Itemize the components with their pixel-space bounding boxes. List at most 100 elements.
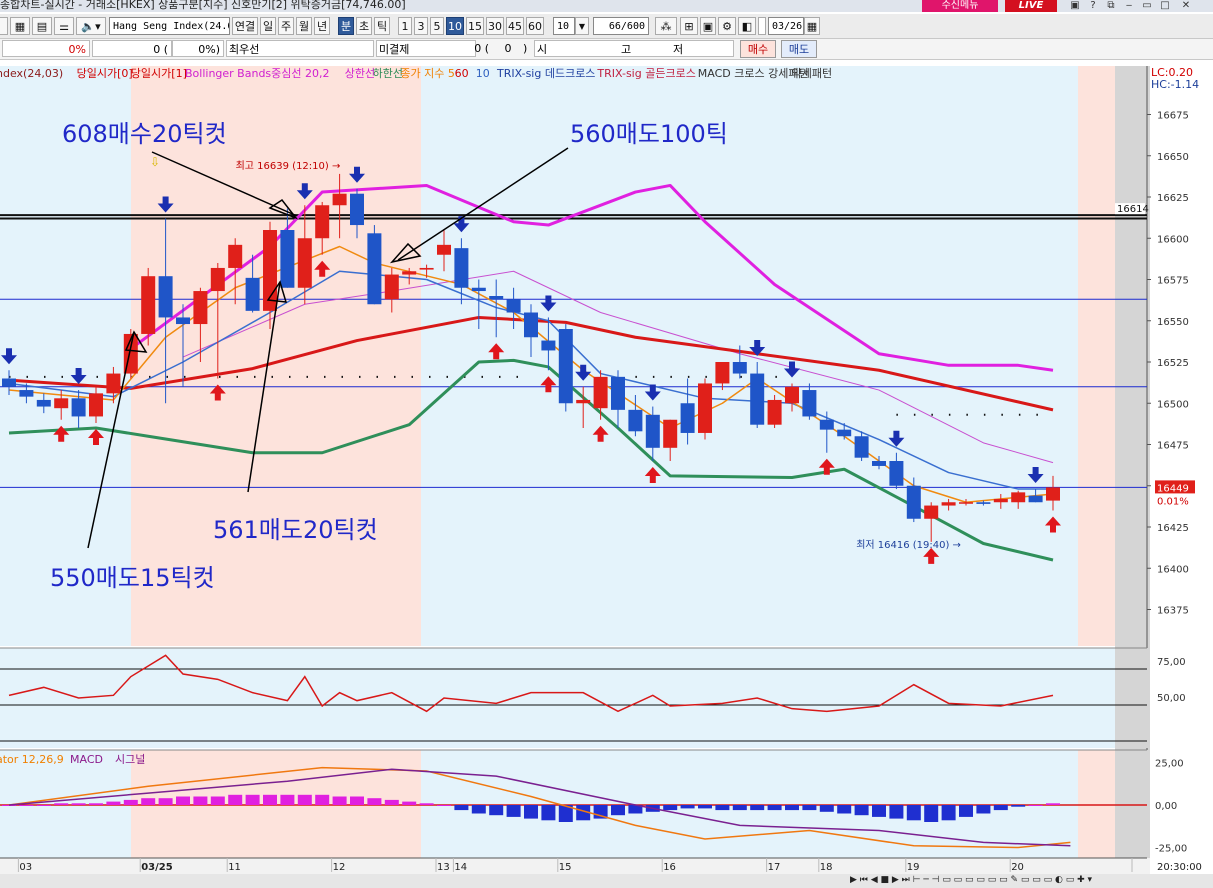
small-marker-icon: ⇩ — [150, 155, 160, 169]
candle-42 — [732, 362, 747, 374]
candle-59 — [1028, 495, 1043, 503]
chart-area[interactable]: ndex(24,03) 당일시가[0]당일시가[1]Bollinger Bands… — [0, 60, 1213, 874]
save-icon[interactable]: ▣ — [700, 17, 716, 35]
scroll-track[interactable] — [0, 874, 848, 888]
period-button-4[interactable]: 년 — [314, 17, 330, 35]
candle-11 — [193, 291, 208, 325]
chart-icon[interactable]: ▣ — [1067, 0, 1083, 12]
macd-hist-bar-6 — [106, 801, 121, 805]
candle-40 — [698, 383, 712, 433]
candle-39 — [680, 403, 695, 433]
period-button-2[interactable]: 주 — [278, 17, 294, 35]
interval-button-45[interactable]: 45 — [506, 17, 524, 35]
chart-scrollbar[interactable]: ▶ ⏮ ◀ ■ ▶ ⏭ ⊢ ─ ⊣ ▭ ▭ ▭ ▭ ▭ ▭ ✎ ▭ ▭ ▭ ◐ … — [0, 874, 1213, 888]
time-tick-label-12: 20:30:00 — [1157, 862, 1202, 873]
period-button-7[interactable]: 틱 — [374, 17, 390, 35]
buy-button[interactable]: 매수 — [740, 40, 776, 58]
legend-item-12: 약세패턴 — [792, 66, 832, 80]
period-button-1[interactable]: 일 — [260, 17, 276, 35]
maximize-icon[interactable]: □ — [1157, 0, 1173, 12]
candle-19 — [332, 193, 347, 206]
interval-button-5[interactable]: 5 — [430, 17, 444, 35]
macd-hist-bar-28 — [489, 805, 504, 816]
close-icon[interactable]: ✕ — [1178, 0, 1194, 12]
interval-select[interactable]: 10 — [553, 17, 575, 35]
macd-hist-bar-21 — [367, 798, 382, 805]
gear-icon[interactable]: ⚙ — [718, 17, 736, 35]
toolbar-icon-2[interactable]: ▤ — [32, 17, 52, 35]
candle-47 — [819, 419, 834, 430]
toggle-icon[interactable]: ◧ — [738, 17, 756, 35]
price-tick-label: 16675 — [1157, 111, 1189, 122]
interval-button-15[interactable]: 15 — [466, 17, 484, 35]
indicator-icon[interactable]: ⁂ — [655, 17, 677, 35]
trade-annotation-2: 561매도20틱컷 — [213, 516, 378, 544]
macd-hist-bar-17 — [297, 794, 312, 805]
restore-icon[interactable]: ⧉ — [1103, 0, 1119, 12]
sound-icon[interactable]: 🔈▾ — [76, 17, 106, 35]
macd-hist-bar-10 — [176, 796, 190, 805]
toolbar-icon-1[interactable]: ▦ — [10, 17, 30, 35]
menu-badge[interactable]: 수신메뉴 — [922, 0, 998, 12]
best-ask-label: 최우선 — [226, 40, 374, 57]
date-field[interactable]: 03/26 — [768, 17, 804, 35]
interval-button-60[interactable]: 60 — [526, 17, 544, 35]
macd-hist-bar-20 — [350, 796, 364, 805]
price-tick-label: 16475 — [1157, 441, 1189, 452]
interval-button-1[interactable]: 1 — [398, 17, 412, 35]
macd-hist-bar-2 — [36, 805, 51, 806]
open-interest-close: ) — [523, 42, 528, 55]
symbol-field[interactable]: Hang Seng Index(24.0 — [109, 17, 230, 35]
sell-button[interactable]: 매도 — [781, 40, 817, 58]
candle-13 — [228, 244, 243, 268]
time-tick-label-5: 14 — [454, 862, 467, 873]
time-tick-label-7: 16 — [663, 862, 676, 873]
tool-icon[interactable]: ⊞ — [680, 17, 698, 35]
period-button-6[interactable]: 초 — [356, 17, 372, 35]
candle-10 — [176, 317, 190, 325]
candle-43 — [750, 373, 765, 425]
pin-icon[interactable]: ▭ — [1139, 0, 1155, 12]
candle-5 — [89, 393, 103, 417]
window-title: 종합차트-실시간 - 거래소[HKEX] 상품구분[지수] 신호만기[2] 위탁… — [0, 0, 406, 11]
legend-item-2: 당일시가[1] — [131, 66, 187, 80]
live-badge[interactable]: LIVE — [1005, 0, 1057, 12]
candle-48 — [837, 429, 852, 437]
candle-8 — [141, 276, 156, 334]
session-band-1 — [131, 66, 421, 646]
interval-button-30[interactable]: 30 — [486, 17, 504, 35]
macd-hist-bar-50 — [872, 805, 886, 817]
legend-item-1: 당일시가[0] — [77, 66, 133, 80]
legend-item-10: TRIX-sig 골든크로스 — [596, 67, 695, 80]
macd-hist-bar-55 — [959, 805, 973, 817]
candle-56 — [976, 502, 991, 504]
candle-4 — [71, 398, 86, 417]
bar-count-field[interactable]: 66/600 — [593, 17, 649, 35]
period-button-3[interactable]: 월 — [296, 17, 312, 35]
time-tick-label-8: 17 — [768, 862, 781, 873]
candle-31 — [541, 340, 556, 351]
candle-35 — [611, 376, 625, 410]
level-label: 16614 — [1117, 204, 1149, 215]
macd-hist-bar-11 — [193, 796, 208, 805]
legend-item-0: ndex(24,03) — [0, 67, 63, 80]
price-tick-label: 16575 — [1157, 276, 1189, 287]
price-tick-label: 16650 — [1157, 152, 1189, 163]
candle-26 — [454, 248, 469, 288]
interval-button-3[interactable]: 3 — [414, 17, 428, 35]
chevron-down-icon[interactable]: ▼ — [575, 17, 589, 35]
minimize-icon[interactable]: ‒ — [1121, 0, 1137, 12]
date-checkbox[interactable] — [758, 17, 766, 35]
scroll-controls[interactable]: ▶ ⏮ ◀ ■ ▶ ⏭ ⊢ ─ ⊣ ▭ ▭ ▭ ▭ ▭ ▭ ✎ ▭ ▭ ▭ ◐ … — [850, 875, 1092, 885]
help-icon[interactable]: ? — [1085, 0, 1101, 12]
period-button-0[interactable]: 연결 — [232, 17, 258, 35]
candle-50 — [872, 461, 886, 466]
candle-34 — [593, 376, 608, 409]
macd-hist-bar-44 — [767, 805, 782, 811]
calendar-icon[interactable]: ▦ — [804, 17, 820, 35]
interval-button-10[interactable]: 10 — [446, 17, 464, 35]
hc-value: HC:-1.14 — [1151, 78, 1199, 91]
macd-hist-bar-9 — [158, 798, 173, 805]
toolbar-icon-3[interactable]: ⚌ — [54, 17, 74, 35]
period-button-5[interactable]: 분 — [338, 17, 354, 35]
